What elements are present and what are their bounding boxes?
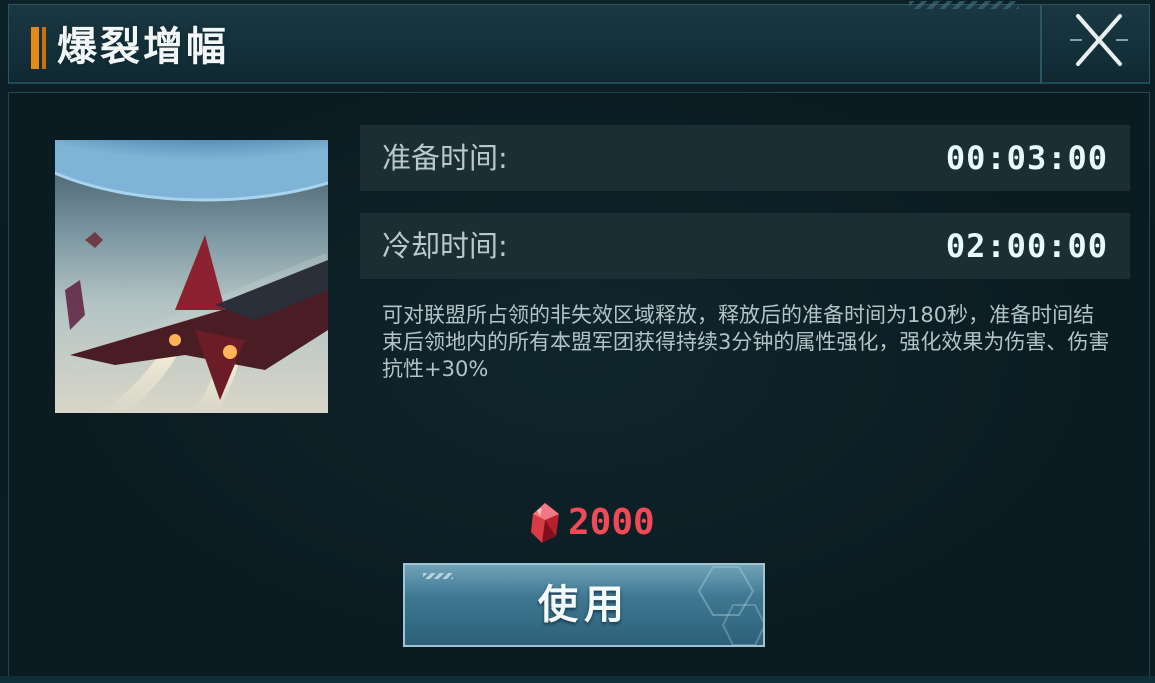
skill-description: 可对联盟所占领的非失效区域释放，释放后的准备时间为180秒，准备时间结束后领地内… — [382, 303, 1110, 381]
cooldown-label: 冷却时间: — [382, 229, 508, 263]
dialog-title: 爆裂增幅 — [57, 23, 229, 70]
prep-time-row: 准备时间: 00:03:00 — [360, 125, 1130, 191]
prep-time-label: 准备时间: — [382, 141, 508, 175]
spaceship-battle-illustration — [55, 140, 328, 413]
use-button[interactable]: 使用 — [403, 563, 765, 647]
use-button-label: 使用 — [538, 581, 630, 628]
red-crystal-gem-icon — [531, 503, 559, 543]
bottom-strip — [0, 676, 1155, 683]
skill-illustration — [55, 140, 328, 413]
dialog-header: 爆裂增幅 — [8, 1, 1150, 84]
title-accent-icon — [31, 27, 53, 69]
close-button[interactable] — [1068, 8, 1130, 70]
prep-time-value: 00:03:00 — [945, 139, 1108, 177]
skill-dialog: 爆裂增幅 准备时间: 00:03:00 冷却时间: 02:00:00 可对联盟所… — [0, 0, 1155, 683]
header-decoration — [909, 1, 1019, 9]
cooldown-row: 冷却时间: 02:00:00 — [360, 213, 1130, 279]
cost-value: 2000 — [568, 502, 655, 543]
cooldown-value: 02:00:00 — [945, 227, 1108, 265]
close-x-icon — [1070, 14, 1128, 66]
